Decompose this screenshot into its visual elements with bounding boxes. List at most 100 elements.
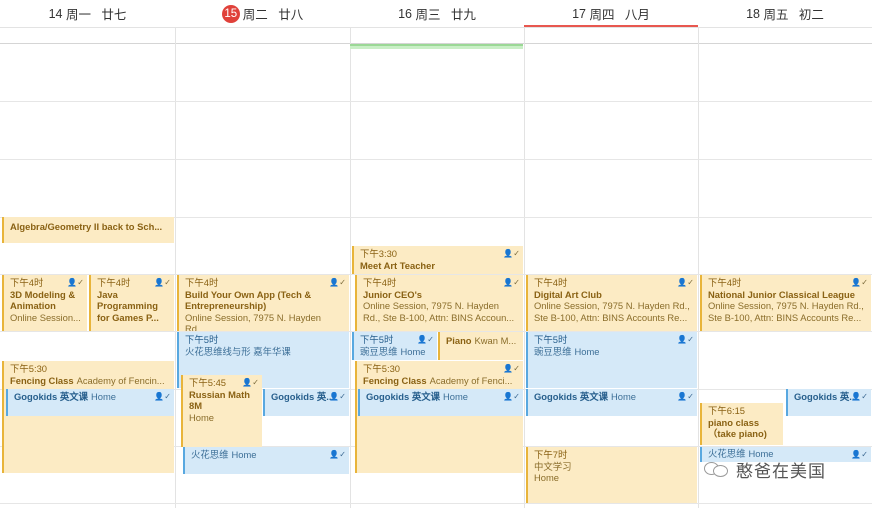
hour-line bbox=[0, 101, 872, 102]
event-title: Algebra/Geometry II back to Sch... bbox=[10, 221, 163, 232]
event-time: 下午5时 bbox=[534, 334, 568, 345]
event-location: Kwan M... bbox=[474, 335, 517, 346]
event-title: Java bbox=[97, 288, 118, 300]
event-location: Home bbox=[90, 391, 116, 402]
event-huohua[interactable]: 火花思维 Home 👤✓ bbox=[183, 447, 349, 474]
event-time: 下午4时 bbox=[185, 277, 219, 288]
event-algebra[interactable]: Algebra/Geometry II back to Sch... bbox=[2, 217, 174, 243]
event-title: Digital Art Club bbox=[534, 288, 602, 300]
event-location: Home bbox=[610, 391, 636, 402]
day-weekday: 周五 bbox=[763, 8, 789, 22]
attendee-icon: 👤✓ bbox=[329, 450, 346, 459]
event-location: Home bbox=[400, 345, 426, 357]
attendee-icon: 👤✓ bbox=[677, 335, 694, 344]
event-title: Fencing Class bbox=[10, 374, 74, 386]
event-java[interactable]: 下午4时 👤✓ Java Programming for Games P... bbox=[89, 275, 174, 331]
day-header-wed[interactable]: 16 周三 廿九 bbox=[350, 0, 524, 27]
hour-line bbox=[0, 503, 872, 504]
attendee-icon: 👤✓ bbox=[67, 278, 84, 287]
day-lunar: 廿八 bbox=[278, 8, 304, 22]
event-njcl[interactable]: 下午4时 👤✓ National Junior Classical League… bbox=[700, 275, 871, 331]
event-gogokids[interactable]: Gogokids 英文课 Home 👤✓ bbox=[358, 389, 523, 416]
day-number: 17 bbox=[572, 6, 586, 21]
event-title: 火花思维 bbox=[191, 449, 229, 460]
event-location: Home bbox=[231, 449, 257, 460]
hour-line bbox=[0, 159, 872, 160]
event-title-line2: （take piano) bbox=[708, 428, 767, 439]
event-title: 豌豆思维 bbox=[534, 345, 572, 357]
day-header-mon[interactable]: 14 周一 廿七 bbox=[0, 0, 175, 27]
event-title: Gogokids 英文课 bbox=[14, 391, 88, 402]
event-piano[interactable]: Piano Kwan M... bbox=[438, 332, 523, 360]
event-location: Online Session... bbox=[10, 311, 81, 323]
event-fencing[interactable]: 下午5:30 👤✓ Fencing Class Academy of Fenci.… bbox=[355, 361, 523, 473]
attendee-icon: 👤✓ bbox=[677, 278, 694, 287]
event-title-line2: 8M bbox=[189, 400, 203, 411]
attendee-icon: 👤✓ bbox=[154, 278, 171, 287]
event-title: 火花思维线与形 嘉年华课 bbox=[185, 345, 291, 357]
event-russian-math[interactable]: 下午5:45 👤✓ Russian Math 8M Home bbox=[181, 375, 262, 447]
day-header-thu[interactable]: 17 周四 八月 bbox=[524, 0, 698, 27]
event-build-app[interactable]: 下午4时 👤✓ Build Your Own App (Tech & Entre… bbox=[177, 275, 349, 331]
event-title: National Junior Classical League bbox=[708, 288, 855, 300]
event-gogokids[interactable]: Gogokids 英文课 Home 👤✓ bbox=[6, 389, 174, 416]
event-location: Online Session, 7975 N. Hayden Rd., bbox=[534, 300, 690, 311]
day-weekday: 周四 bbox=[589, 8, 615, 22]
event-location: Academy of Fenci... bbox=[429, 374, 513, 386]
attendee-icon: 👤✓ bbox=[503, 278, 520, 287]
day-lunar: 廿七 bbox=[101, 8, 127, 22]
event-title: 豌豆思维 bbox=[360, 345, 398, 357]
attendee-icon: 👤✓ bbox=[503, 364, 520, 373]
attendee-icon: 👤✓ bbox=[503, 249, 520, 258]
event-fencing[interactable]: 下午5:30 Fencing Class Academy of Fencin... bbox=[2, 361, 174, 473]
event-wandou[interactable]: 下午5时 👤✓ 豌豆思维 Home bbox=[352, 332, 437, 360]
attendee-icon: 👤✓ bbox=[851, 450, 868, 459]
event-gogokids[interactable]: Gogokids 英... 👤✓ bbox=[263, 389, 349, 416]
day-weekday: 周一 bbox=[65, 8, 91, 22]
event-location: Online Session, 7975 N. Hayden Rd., bbox=[708, 300, 864, 311]
event-gogokids[interactable]: Gogokids 英... 👤✓ bbox=[786, 389, 871, 416]
event-title: Russian Math bbox=[189, 388, 250, 400]
day-weekday: 周三 bbox=[415, 8, 441, 22]
attendee-icon: 👤✓ bbox=[154, 392, 171, 401]
event-time: 下午4时 bbox=[708, 277, 742, 288]
event-title: 中文学习 bbox=[534, 460, 572, 472]
column-divider bbox=[350, 27, 351, 508]
column-divider bbox=[698, 27, 699, 508]
event-wandou[interactable]: 下午5时 👤✓ 豌豆思维 Home bbox=[526, 332, 697, 388]
event-title: Build Your Own App (Tech & bbox=[185, 288, 312, 300]
event-title: Meet Art Teacher bbox=[360, 259, 436, 271]
event-digital-art-club[interactable]: 下午4时 👤✓ Digital Art Club Online Session,… bbox=[526, 275, 697, 331]
event-junior-ceo[interactable]: 下午4时 👤✓ Junior CEO's Online Session, 797… bbox=[355, 275, 523, 331]
day-number: 16 bbox=[398, 6, 412, 21]
today-badge: 15 bbox=[221, 4, 240, 23]
event-meet-art-teacher[interactable]: 下午3:30 👤✓ Meet Art Teacher bbox=[352, 246, 523, 274]
day-header-fri[interactable]: 18 周五 初二 bbox=[698, 0, 872, 27]
all-day-row[interactable] bbox=[0, 27, 872, 44]
event-title-line2: Entrepreneurship) bbox=[185, 300, 267, 311]
day-header-tue[interactable]: 15 周二 廿八 bbox=[175, 0, 350, 27]
event-title: Fencing Class bbox=[363, 374, 427, 386]
event-time: 下午3:30 bbox=[360, 248, 397, 259]
event-3d-modeling[interactable]: 下午4时 👤✓ 3D Modeling & Animation Online S… bbox=[2, 275, 87, 331]
attendee-icon: 👤✓ bbox=[851, 392, 868, 401]
day-number: 14 bbox=[48, 6, 63, 21]
event-title: piano class bbox=[708, 416, 760, 428]
attendee-icon: 👤✓ bbox=[329, 278, 346, 287]
event-location: Home bbox=[189, 411, 215, 423]
attendee-icon: 👤✓ bbox=[851, 278, 868, 287]
event-title: Gogokids 英文课 bbox=[534, 391, 608, 402]
event-time: 下午5:30 bbox=[363, 363, 400, 374]
event-gogokids[interactable]: Gogokids 英文课 Home 👤✓ bbox=[526, 389, 697, 416]
event-location: Home bbox=[442, 391, 468, 402]
attendee-icon: 👤✓ bbox=[417, 335, 434, 344]
event-chinese-study[interactable]: 下午7时 中文学习 Home bbox=[526, 447, 697, 503]
event-title-line2: Animation bbox=[10, 300, 56, 311]
day-number: 18 bbox=[746, 6, 760, 21]
event-location: Home bbox=[574, 345, 600, 357]
event-time: 下午4时 bbox=[363, 277, 397, 288]
event-piano-class[interactable]: 下午6:15 piano class （take piano) bbox=[700, 403, 783, 445]
watermark: 憨爸在美国 bbox=[704, 458, 826, 482]
day-lunar: 初二 bbox=[798, 8, 824, 22]
current-time-marker bbox=[350, 44, 523, 49]
